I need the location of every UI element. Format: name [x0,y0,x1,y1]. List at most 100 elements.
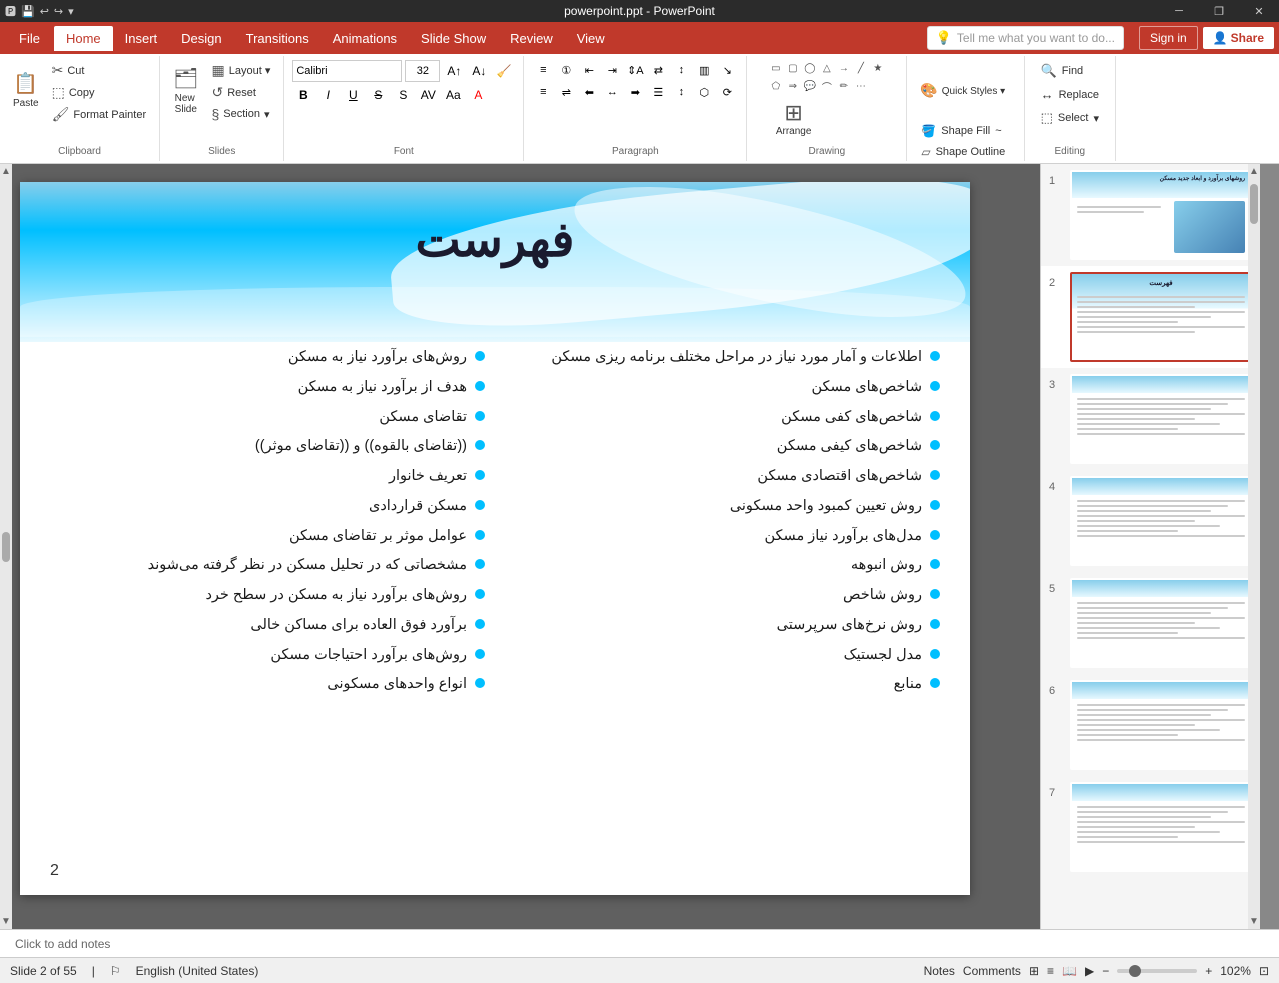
columns-btn[interactable]: ▥ [693,60,715,80]
callout-icon[interactable]: 💬 [802,78,818,94]
change-case-btn[interactable]: Aa [442,84,464,106]
italic-btn[interactable]: I [317,84,339,106]
font-name-input[interactable] [292,60,402,82]
triangle-icon[interactable]: △ [819,60,835,76]
undo-btn[interactable]: ↩ [40,5,49,18]
scroll-up-btn[interactable]: ▲ [0,164,13,179]
pentagon-icon[interactable]: ⬠ [768,78,784,94]
tell-me-area[interactable]: 💡 Tell me what you want to do... [927,26,1124,50]
thumb-scroll-up[interactable]: ▲ [1247,164,1260,179]
rounded-rect-icon[interactable]: ▢ [785,60,801,76]
font-size-decrease-btn[interactable]: A↓ [468,60,490,82]
thumbnail-item[interactable]: 5 [1041,572,1260,674]
quick-styles-button[interactable]: 🎨 Quick Styles ▾ [915,60,1010,120]
char-spacing-btn[interactable]: AV [417,84,439,106]
transitions-tab[interactable]: Transitions [234,26,321,51]
design-tab[interactable]: Design [169,26,233,51]
text-direction2-btn[interactable]: ⇄ [647,60,669,80]
select-button[interactable]: ⬚ Select ▾ [1033,107,1107,129]
rect-icon[interactable]: ▭ [768,60,784,76]
section-button[interactable]: § Section ▾ [207,104,276,124]
bullets-btn[interactable]: ≡ [532,60,554,80]
align-center-btn[interactable]: ↔ [601,82,623,102]
layout-button[interactable]: ▦ Layout ▾ [207,60,276,81]
oval-icon[interactable]: ◯ [802,60,818,76]
save-btn[interactable]: 💾 [21,5,35,18]
increase-indent-btn[interactable]: ⇥ [601,60,623,80]
customize-btn[interactable]: ▾ [68,5,74,18]
zoom-in-btn[interactable]: + [1205,964,1212,978]
new-slide-button[interactable]: 🗂 NewSlide [168,60,203,120]
find-button[interactable]: 🔍 Find [1033,60,1092,82]
numbering-btn[interactable]: ① [555,60,577,80]
paste-button[interactable]: 📋 Paste [8,60,44,120]
close-btn[interactable]: ✕ [1239,0,1279,22]
zoom-percent[interactable]: 102% [1220,964,1251,978]
sign-in-button[interactable]: Sign in [1139,26,1198,50]
replace-button[interactable]: ↔ Replace [1033,84,1107,105]
font-size-increase-btn[interactable]: A↑ [443,60,465,82]
minimize-btn[interactable]: ─ [1159,0,1199,22]
strikethrough-btn[interactable]: S [367,84,389,106]
font-size-input[interactable] [405,60,440,82]
clear-formatting-btn[interactable]: 🧹 [493,60,515,82]
reading-view-btn[interactable]: 📖 [1062,964,1077,978]
text-direction3-btn[interactable]: ↕ [670,60,692,80]
scroll-down-btn[interactable]: ▼ [0,914,13,929]
shadow-btn[interactable]: S [392,84,414,106]
comments-btn[interactable]: Comments [963,964,1021,978]
justify-btn[interactable]: ☰ [647,82,669,102]
decrease-indent-btn[interactable]: ⇤ [578,60,600,80]
arrow2-icon[interactable]: ⇒ [785,78,801,94]
bold-btn[interactable]: B [292,84,314,106]
smartart-btn[interactable]: ⬡ [693,82,715,102]
thumbnail-item[interactable]: 2 فهرست [1041,266,1260,368]
thumbnail-item[interactable]: 3 [1041,368,1260,470]
slideshow-view-btn[interactable]: ▶ [1085,964,1094,978]
font-color-btn[interactable]: A [467,84,489,106]
file-tab[interactable]: File [5,26,54,51]
more-shapes-icon[interactable]: ⋯ [853,78,869,94]
freeform-icon[interactable]: ✏ [836,78,852,94]
slideshow-tab[interactable]: Slide Show [409,26,498,51]
home-tab[interactable]: Home [54,26,113,51]
arrange-button[interactable]: ⊞ Arrange [768,96,820,141]
curve-icon[interactable]: ⌒ [819,78,835,94]
insert-tab[interactable]: Insert [113,26,170,51]
fit-slide-btn[interactable]: ⊡ [1259,964,1269,978]
animations-tab[interactable]: Animations [321,26,409,51]
thumbnail-item[interactable]: 7 [1041,776,1260,878]
align-text-btn[interactable]: ≡ [532,82,554,102]
thumbnail-item[interactable]: 4 [1041,470,1260,572]
view-tab[interactable]: View [565,26,617,51]
shape-fill-button[interactable]: 🪣 Shape Fill ~ [915,121,1007,141]
redo-btn[interactable]: ↪ [54,5,63,18]
thumb-scroll-thumb[interactable] [1250,184,1258,224]
align-left-btn[interactable]: ⬅ [578,82,600,102]
align-right-btn[interactable]: ➡ [624,82,646,102]
more-para-btn[interactable]: ↘ [716,60,738,80]
shape-outline-button[interactable]: ▱ Shape Outline [915,142,1011,162]
zoom-out-btn[interactable]: − [1102,964,1109,978]
align-text2-btn[interactable]: ⇌ [555,82,577,102]
v-scroll-thumb[interactable] [2,532,10,562]
restore-btn[interactable]: ❐ [1199,0,1239,22]
reset-button[interactable]: ↺ Reset [207,82,276,103]
zoom-slider[interactable] [1117,969,1197,973]
normal-view-btn[interactable]: ⊞ [1029,964,1039,978]
thumbnail-scroll[interactable]: 1 روشهای برآورد و ابعاد جدید مسکن 2 فهرس… [1041,164,1260,929]
format-painter-button[interactable]: 🖌 Format Painter [47,104,152,125]
underline-btn[interactable]: U [342,84,364,106]
thumbnail-item[interactable]: 6 [1041,674,1260,776]
cut-button[interactable]: ✂ Cut [47,60,152,81]
line-spacing-btn[interactable]: ↕ [670,82,692,102]
text-direction-btn[interactable]: ⇕A [624,60,646,80]
thumbnail-item[interactable]: 1 روشهای برآورد و ابعاد جدید مسکن [1041,164,1260,266]
line-icon[interactable]: ╱ [853,60,869,76]
convert-smartart-btn[interactable]: ⟳ [716,82,738,102]
arrow-icon[interactable]: → [836,60,852,76]
notes-btn[interactable]: Notes [924,964,955,978]
review-tab[interactable]: Review [498,26,565,51]
copy-button[interactable]: ⬚ Copy [47,82,152,103]
outline-view-btn[interactable]: ≡ [1047,964,1054,978]
